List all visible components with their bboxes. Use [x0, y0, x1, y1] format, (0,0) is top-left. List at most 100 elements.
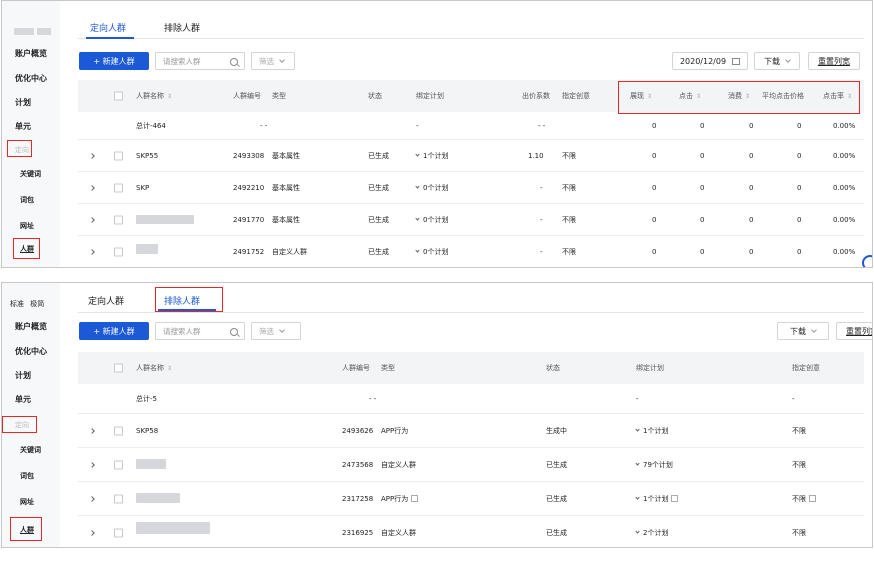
audience-id: 2491752 [233, 248, 265, 256]
new-audience-button[interactable]: + 新建人群 [79, 322, 149, 340]
filter-select[interactable]: 筛选 [251, 322, 301, 340]
sort-icon: ⇕ [167, 93, 173, 100]
creative: 不限 [562, 215, 576, 224]
expand-icon[interactable] [89, 529, 95, 536]
edit-icon[interactable] [671, 495, 679, 502]
edit-icon[interactable] [809, 495, 816, 502]
total-id: - - [260, 121, 268, 130]
expand-icon[interactable] [89, 184, 95, 191]
reset-column-width-button[interactable]: 重置列宽 [808, 52, 860, 70]
audience-name[interactable]: SKP [136, 184, 149, 192]
sidebar-item-unit[interactable]: 单元 [2, 121, 60, 132]
mode-standard[interactable]: 标准 [10, 300, 24, 308]
bound-plan[interactable]: 2个计划 [635, 528, 668, 538]
expand-icon[interactable] [89, 152, 95, 159]
search-input[interactable]: 请搜索人群 [155, 52, 245, 70]
bound-plan[interactable]: 1个计划 [635, 494, 679, 504]
audience-status: 生成中 [546, 426, 567, 435]
bound-plan[interactable]: 1个计划 [415, 151, 448, 161]
sidebar-item-url[interactable]: 网址 [2, 221, 60, 231]
filter-label: 筛选 [259, 326, 274, 336]
audience-name[interactable]: SKP58 [136, 427, 158, 435]
expand-icon[interactable] [89, 427, 95, 434]
column-header-name[interactable]: 人群名称 ⇕ [136, 363, 172, 373]
bound-plan[interactable]: 0个计划 [415, 183, 448, 193]
highlight-box [2, 416, 37, 433]
sidebar-item-plan[interactable]: 计划 [2, 370, 60, 381]
audience-id: 2492210 [233, 183, 265, 192]
expand-icon[interactable] [89, 216, 95, 223]
audience-status: 已生成 [368, 151, 389, 160]
download-button[interactable]: 下载 [754, 52, 800, 70]
table-row[interactable]: SKP 2492210 基本属性 已生成 0个计划 - 不限 0 0 0 0 0… [78, 172, 864, 204]
table-row[interactable]: 2473568 自定义人群 已生成 79个计划 不限 [78, 448, 864, 482]
sidebar-item-wordpack[interactable]: 词包 [2, 471, 60, 481]
row-checkbox[interactable] [114, 247, 123, 257]
column-header-type: 类型 [381, 364, 395, 372]
row-checkbox[interactable] [114, 183, 123, 192]
table-row[interactable]: 2317258 APP行为 已生成 1个计划 不限 [78, 482, 864, 516]
sidebar-item-wordpack[interactable]: 词包 [2, 195, 60, 205]
download-button[interactable]: 下载 [777, 322, 829, 340]
row-checkbox[interactable] [114, 494, 123, 503]
chevron-down-icon [415, 183, 420, 189]
reset-column-width-button[interactable]: 重置列宽 [836, 322, 872, 340]
tab-targeted-audience[interactable]: 定向人群 [88, 294, 124, 307]
select-all-checkbox[interactable] [114, 91, 123, 101]
sidebar-item-url[interactable]: 网址 [2, 497, 60, 507]
new-audience-button[interactable]: + 新建人群 [79, 52, 149, 70]
mode-minimal[interactable]: 极简 [30, 300, 44, 308]
clicks: 0 [700, 183, 705, 192]
select-all-checkbox[interactable] [114, 363, 123, 373]
audience-name[interactable]: SKP55 [136, 152, 158, 160]
blurred-audience-name [136, 459, 166, 469]
total-label: 总计-5 [136, 394, 157, 403]
sidebar-item-plan[interactable]: 计划 [2, 97, 60, 108]
sidebar-item-optimization[interactable]: 优化中心 [2, 73, 60, 84]
sidebar-item-overview[interactable]: 账户概览 [2, 48, 60, 59]
table-row[interactable]: SKP55 2493308 基本属性 已生成 1个计划 1.10 不限 0 0 … [78, 140, 864, 172]
bound-plan[interactable]: 0个计划 [415, 247, 448, 257]
expand-icon[interactable] [89, 249, 95, 255]
help-float-icon[interactable] [862, 255, 872, 267]
audience-status: 已生成 [546, 528, 567, 537]
total-ctr: 0.00% [833, 121, 856, 130]
row-checkbox[interactable] [114, 460, 123, 469]
filter-select[interactable]: 筛选 [251, 52, 295, 70]
row-checkbox[interactable] [114, 215, 123, 224]
bound-plan[interactable]: 1个计划 [635, 426, 668, 436]
row-checkbox[interactable] [114, 426, 123, 435]
tab-targeted-audience[interactable]: 定向人群 [90, 21, 126, 34]
table-row[interactable]: 2491752 自定义人群 已生成 0个计划 - 不限 0 0 0 0 0.00… [78, 236, 864, 267]
audience-type: 自定义人群 [272, 248, 307, 256]
bound-plan[interactable]: 79个计划 [635, 460, 673, 470]
creative: 不限 [562, 248, 576, 256]
row-checkbox[interactable] [114, 528, 123, 537]
column-header-name[interactable]: 人群名称 ⇕ [136, 91, 172, 101]
sidebar-item-unit[interactable]: 单元 [2, 394, 60, 405]
table-row[interactable]: SKP58 2493626 APP行为 生成中 1个计划 不限 [78, 414, 864, 448]
chevron-down-icon [785, 56, 791, 63]
expand-icon[interactable] [89, 495, 95, 502]
column-header-status: 状态 [546, 364, 560, 372]
column-header-creative: 指定创意 [792, 364, 820, 372]
expand-icon[interactable] [89, 461, 95, 468]
audience-id: 2493626 [342, 426, 374, 435]
tab-bar: 定向人群 排除人群 [78, 1, 864, 39]
blurred-audience-name [136, 215, 194, 224]
mode-switch[interactable]: 标准 极简 [2, 299, 60, 309]
edit-icon[interactable] [411, 495, 419, 502]
table-row[interactable]: 2316925 自定义人群 已生成 2个计划 不限 [78, 516, 864, 547]
search-input[interactable]: 请搜索人群 [155, 322, 245, 340]
table-row[interactable]: 2491770 基本属性 已生成 0个计划 - 不限 0 0 0 0 0.00% [78, 204, 864, 236]
bound-plan[interactable]: 0个计划 [415, 215, 448, 225]
sidebar-item-overview[interactable]: 账户概览 [2, 321, 60, 332]
row-checkbox[interactable] [114, 151, 123, 160]
sidebar-item-optimization[interactable]: 优化中心 [2, 346, 60, 357]
chevron-down-icon [279, 326, 285, 333]
tab-excluded-audience[interactable]: 排除人群 [164, 21, 200, 34]
sidebar-item-keyword[interactable]: 关键词 [2, 445, 60, 455]
sidebar-item-keyword[interactable]: 关键词 [2, 169, 60, 179]
date-picker[interactable]: 2020/12/09 [672, 52, 748, 70]
filter-label: 筛选 [259, 56, 274, 66]
